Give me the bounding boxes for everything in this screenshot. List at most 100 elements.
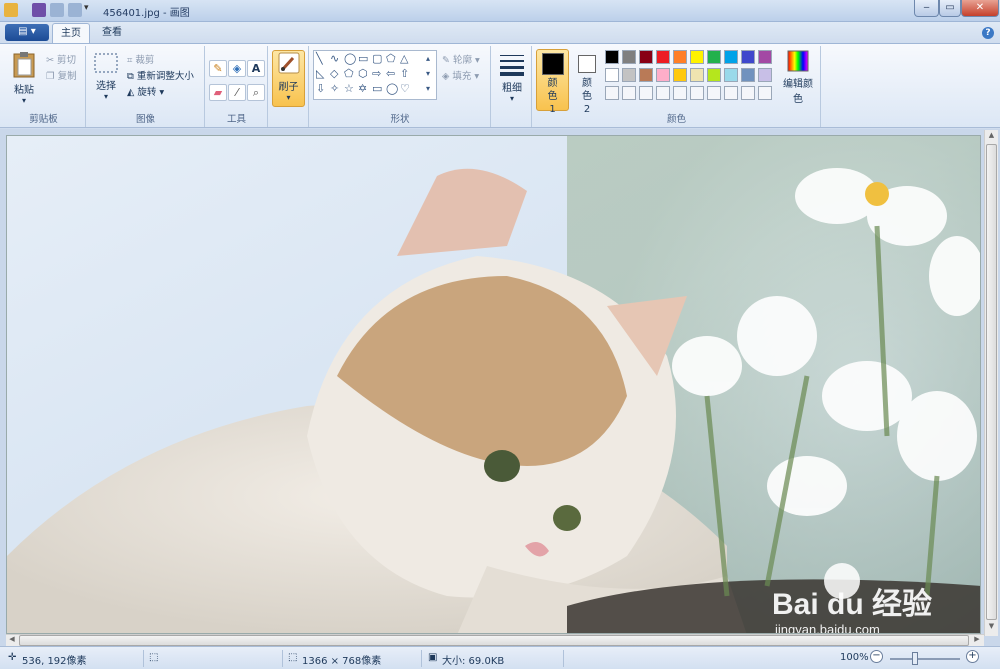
palette-swatch[interactable] [707,50,721,64]
scroll-down-icon[interactable]: ▼ [986,622,997,634]
maximize-button[interactable]: ▭ [939,0,961,17]
close-button[interactable]: ✕ [961,0,999,17]
shapes-expand-icon[interactable]: ▾ [426,82,430,96]
palette-swatch[interactable] [605,86,619,100]
save-icon[interactable] [32,3,46,17]
tab-home[interactable]: 主页 [52,23,90,44]
select-button[interactable]: 选择 ▾ [91,52,121,108]
file-menu-button[interactable]: ▤ ▾ [5,24,49,41]
paste-dropdown-icon[interactable]: ▾ [8,96,40,105]
six-point-star-shape-icon[interactable]: ✡ [358,82,367,96]
horizontal-scroll-thumb[interactable] [19,635,969,646]
quick-access-dropdown-icon[interactable]: ▾ [84,3,98,17]
palette-swatch[interactable] [741,86,755,100]
paste-button[interactable]: 粘贴 ▾ [8,50,40,108]
minimize-button[interactable]: ‒ [914,0,939,17]
resize-button[interactable]: ⧉ 重新调整大小 [127,68,194,82]
rotate-button[interactable]: ◭ 旋转 ▾ [127,84,164,98]
hexagon-shape-icon[interactable]: ⬡ [358,67,368,81]
size-button[interactable]: 粗细 ▾ [496,52,528,108]
tab-view[interactable]: 查看 [94,23,130,44]
polygon-shape-icon[interactable]: ⬠ [386,52,396,66]
pentagon-shape-icon[interactable]: ⬠ [344,67,354,81]
palette-swatch[interactable] [707,86,721,100]
scroll-right-icon[interactable]: ▶ [971,635,983,646]
cat-photo-canvas[interactable]: Bai du 经验 jingyan.baidu.com [6,135,981,634]
palette-swatch[interactable] [741,68,755,82]
palette-swatch[interactable] [690,50,704,64]
cut-button[interactable]: ✂ 剪切 [46,52,76,66]
rectangle-shape-icon[interactable]: ▭ [358,52,368,66]
scroll-left-icon[interactable]: ◀ [6,635,18,646]
palette-swatch[interactable] [639,68,653,82]
palette-swatch[interactable] [724,86,738,100]
palette-swatch[interactable] [656,50,670,64]
shapes-scroll-up-icon[interactable]: ▴ [426,52,430,66]
vertical-scrollbar[interactable]: ▲ ▼ [984,130,998,636]
palette-swatch[interactable] [673,68,687,82]
horizontal-scrollbar[interactable]: ◀ ▶ [6,634,984,646]
fill-button[interactable]: ◈ 填充 ▾ [442,68,479,82]
palette-swatch[interactable] [639,86,653,100]
right-arrow-shape-icon[interactable]: ⇨ [372,67,381,81]
palette-swatch[interactable] [707,68,721,82]
up-arrow-shape-icon[interactable]: ⇧ [400,67,409,81]
magnifier-icon[interactable]: ⌕ [247,84,265,101]
pencil-icon[interactable]: ✎ [209,60,227,77]
line-shape-icon[interactable]: ╲ [316,52,323,66]
palette-swatch[interactable] [656,68,670,82]
right-triangle-shape-icon[interactable]: ◺ [316,67,324,81]
callout-rect-shape-icon[interactable]: ▭ [372,82,382,96]
select-dropdown-icon[interactable]: ▾ [91,92,121,101]
palette-swatch[interactable] [758,68,772,82]
palette-swatch[interactable] [622,68,636,82]
palette-swatch[interactable] [605,50,619,64]
shapes-gallery[interactable]: ╲ ∿ ◯ ▭ ▢ ⬠ △ ◺ ◇ ⬠ ⬡ ⇨ ⇦ ⇧ ⇩ ✧ ☆ ✡ ▭ ◯ [313,50,437,100]
edit-colors-button[interactable]: 编辑颜色 [779,50,817,108]
oval-shape-icon[interactable]: ◯ [344,52,356,66]
palette-swatch[interactable] [690,86,704,100]
palette-swatch[interactable] [724,50,738,64]
diamond-shape-icon[interactable]: ◇ [330,67,338,81]
undo-icon[interactable] [50,3,64,17]
zoom-slider-track[interactable] [890,658,960,660]
brushes-button[interactable]: 刷子 ▾ [272,50,305,107]
palette-swatch[interactable] [673,86,687,100]
zoom-out-button[interactable]: − [870,650,883,663]
palette-swatch[interactable] [605,68,619,82]
zoom-in-button[interactable]: + [966,650,979,663]
down-arrow-shape-icon[interactable]: ⇩ [316,82,325,96]
heart-shape-icon[interactable]: ♡ [400,82,410,96]
triangle-shape-icon[interactable]: △ [400,52,408,66]
fill-bucket-icon[interactable]: ◈ [228,60,246,77]
palette-swatch[interactable] [741,50,755,64]
palette-swatch[interactable] [622,86,636,100]
left-arrow-shape-icon[interactable]: ⇦ [386,67,395,81]
palette-swatch[interactable] [758,86,772,100]
color-picker-icon[interactable]: ⁄ [228,84,246,101]
zoom-slider-thumb[interactable] [911,652,918,665]
palette-swatch[interactable] [758,50,772,64]
palette-swatch[interactable] [656,86,670,100]
help-icon[interactable]: ? [982,27,994,39]
redo-icon[interactable] [68,3,82,17]
color1-button[interactable]: 颜色 1 [536,49,569,115]
palette-swatch[interactable] [724,68,738,82]
outline-button[interactable]: ✎ 轮廓 ▾ [442,52,480,66]
five-point-star-shape-icon[interactable]: ☆ [344,82,354,96]
four-point-star-shape-icon[interactable]: ✧ [330,82,339,96]
scroll-up-icon[interactable]: ▲ [986,131,997,143]
palette-swatch[interactable] [690,68,704,82]
paint-app-icon[interactable] [4,3,18,17]
palette-swatch[interactable] [673,50,687,64]
palette-swatch[interactable] [622,50,636,64]
color2-button[interactable]: 颜色 2 [572,49,602,115]
shapes-scroll-down-icon[interactable]: ▾ [426,67,430,81]
vertical-scroll-thumb[interactable] [986,144,997,620]
curve-shape-icon[interactable]: ∿ [330,52,339,66]
text-tool-icon[interactable]: A [247,60,265,77]
palette-swatch[interactable] [639,50,653,64]
crop-button[interactable]: ⌗ 裁剪 [127,52,154,66]
rounded-rectangle-shape-icon[interactable]: ▢ [372,52,382,66]
copy-button[interactable]: ❐ 复制 [46,68,77,82]
